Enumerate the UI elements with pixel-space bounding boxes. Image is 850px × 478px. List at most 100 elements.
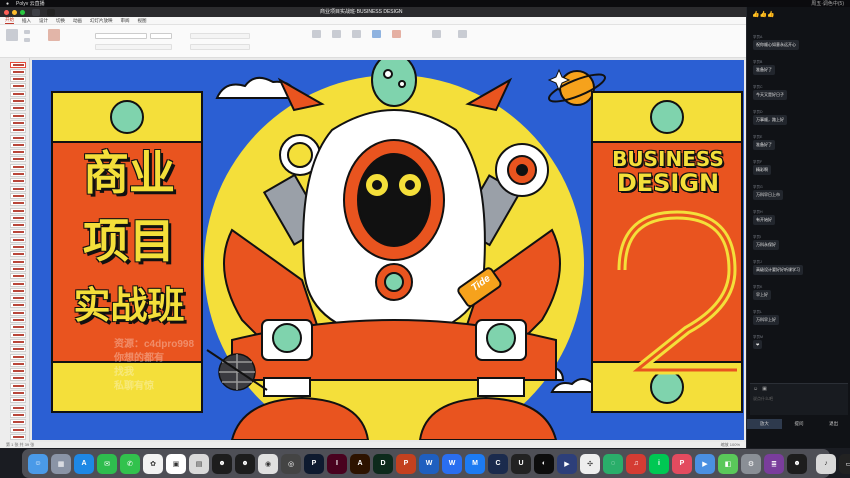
slide-thumbnail[interactable]	[3, 368, 27, 375]
slide-thumbnail[interactable]	[3, 382, 27, 389]
chrome-icon[interactable]: ◉	[258, 453, 278, 474]
quick-style-button[interactable]	[392, 30, 401, 38]
ribbon-tab[interactable]: 开始	[5, 17, 14, 24]
slide-thumbnail[interactable]	[3, 251, 27, 258]
launchpad-icon[interactable]: ▦	[51, 453, 71, 474]
wechat-work-icon[interactable]: ◌	[603, 453, 623, 474]
align-row[interactable]	[190, 44, 250, 50]
slide-thumbnail[interactable]	[3, 83, 27, 90]
arrange-button[interactable]	[372, 30, 381, 38]
slide-thumbnail[interactable]	[3, 192, 27, 199]
polyv-icon[interactable]: P	[672, 453, 692, 474]
slide-thumbnail-panel[interactable]	[0, 58, 30, 442]
ribbon-tab[interactable]: 幻灯片放映	[90, 18, 113, 24]
slide-thumbnail[interactable]	[3, 331, 27, 338]
chat-action-button[interactable]: 退出	[816, 419, 850, 429]
slide-thumbnail[interactable]	[3, 185, 27, 192]
slide-thumbnail[interactable]	[3, 338, 27, 345]
slide-thumbnail[interactable]	[3, 433, 27, 440]
slide-thumbnail[interactable]	[3, 76, 27, 83]
design-ideas-button[interactable]	[458, 30, 467, 38]
chat-message-list[interactable]: 学员A 祝你顺心如意永远开心 学员B 准备好了 学员C 今天又是好日子 学员D 万事顺，路上好…	[750, 27, 848, 377]
slide-thumbnail[interactable]	[3, 302, 27, 309]
slide-thumbnail[interactable]	[3, 229, 27, 236]
slide-thumbnail[interactable]	[3, 68, 27, 75]
slide-thumbnail[interactable]	[3, 258, 27, 265]
slide-thumbnail[interactable]	[3, 375, 27, 382]
font-size-select[interactable]	[150, 33, 172, 39]
home-tab-pill[interactable]	[32, 8, 40, 16]
slide-thumbnail[interactable]	[3, 426, 27, 433]
slide-thumbnail[interactable]	[3, 346, 27, 353]
slide-thumbnail[interactable]	[3, 353, 27, 360]
slide-thumbnail[interactable]	[3, 214, 27, 221]
photos-icon[interactable]: ✿	[143, 453, 163, 474]
ribbon-tab[interactable]: 视图	[138, 18, 147, 24]
slide-thumbnail[interactable]	[3, 411, 27, 418]
slide-thumbnail[interactable]	[3, 287, 27, 294]
menubar-app-name[interactable]: Polyv 云直播	[16, 0, 45, 7]
slide-thumbnail[interactable]	[3, 105, 27, 112]
cut-button[interactable]	[24, 30, 30, 34]
doc-tab-pill[interactable]	[47, 8, 55, 16]
new-slide-button[interactable]	[48, 29, 60, 41]
wps-icon[interactable]: W	[442, 453, 462, 474]
illustrator-icon[interactable]: A	[350, 453, 370, 474]
minimize-window-icon[interactable]	[12, 9, 17, 15]
video-icon[interactable]: ▶	[695, 453, 715, 474]
chat-input-area[interactable]: ☺ ▣ 说点什么吧	[750, 383, 848, 415]
slide-thumbnail[interactable]	[3, 61, 27, 68]
slide-thumbnail[interactable]	[3, 141, 27, 148]
font-family-select[interactable]	[95, 33, 147, 39]
app-store-icon[interactable]: A	[74, 453, 94, 474]
textbox-button[interactable]	[352, 30, 361, 38]
winrar-icon[interactable]: ≣	[764, 453, 784, 474]
slide-thumbnail[interactable]	[3, 127, 27, 134]
finder-icon[interactable]: ☺	[28, 453, 48, 474]
zoom-window-icon[interactable]	[20, 9, 25, 15]
slide-thumbnail[interactable]	[3, 222, 27, 229]
messages-icon[interactable]: ✆	[120, 453, 140, 474]
tencent-meeting-icon[interactable]: M	[465, 453, 485, 474]
netease-music-icon[interactable]: ♫	[626, 453, 646, 474]
font-style-row[interactable]	[95, 44, 172, 50]
slide-thumbnail[interactable]	[3, 280, 27, 287]
media-icon[interactable]: ▶	[557, 453, 577, 474]
word-icon[interactable]: W	[419, 453, 439, 474]
qq-icon[interactable]: ☻	[235, 453, 255, 474]
ribbon-tab[interactable]: 设计	[39, 18, 48, 24]
ribbon-tab[interactable]: 插入	[22, 18, 31, 24]
present-button[interactable]	[432, 30, 441, 38]
slide-thumbnail[interactable]	[3, 236, 27, 243]
slide-thumbnail[interactable]	[3, 134, 27, 141]
slide-thumbnail[interactable]	[3, 324, 27, 331]
unity-icon[interactable]: U	[511, 453, 531, 474]
copy-button[interactable]	[24, 38, 30, 42]
shape-button[interactable]	[312, 30, 321, 38]
close-window-icon[interactable]	[4, 9, 9, 15]
slide-thumbnail[interactable]	[3, 273, 27, 280]
slide-thumbnail[interactable]	[3, 200, 27, 207]
screenshot-icon[interactable]: ◎	[281, 453, 301, 474]
slide-thumbnail[interactable]	[3, 156, 27, 163]
slide-thumbnail[interactable]	[3, 419, 27, 426]
wechat-icon[interactable]: ✉	[97, 453, 117, 474]
slide-thumbnail[interactable]	[3, 309, 27, 316]
slide-thumbnail[interactable]	[3, 98, 27, 105]
image-icon[interactable]: ▣	[762, 386, 767, 392]
paste-button[interactable]	[6, 29, 18, 41]
slide-thumbnail[interactable]	[3, 244, 27, 251]
calendar-icon[interactable]: ▣	[166, 453, 186, 474]
cinema-icon[interactable]: ◐	[534, 453, 554, 474]
qq-icon[interactable]: ☻	[212, 453, 232, 474]
terminal-icon[interactable]: ▭	[839, 453, 850, 474]
photoshop-icon[interactable]: P	[304, 453, 324, 474]
settings-icon[interactable]: ⚙	[741, 453, 761, 474]
ribbon-tab[interactable]: 切换	[56, 18, 65, 24]
powerpoint-icon[interactable]: P	[396, 453, 416, 474]
slide-thumbnail[interactable]	[3, 119, 27, 126]
dimension-icon[interactable]: D	[373, 453, 393, 474]
slide-thumbnail[interactable]	[3, 317, 27, 324]
preview-icon[interactable]: ▤	[189, 453, 209, 474]
apple-icon[interactable]: ●	[6, 1, 9, 7]
